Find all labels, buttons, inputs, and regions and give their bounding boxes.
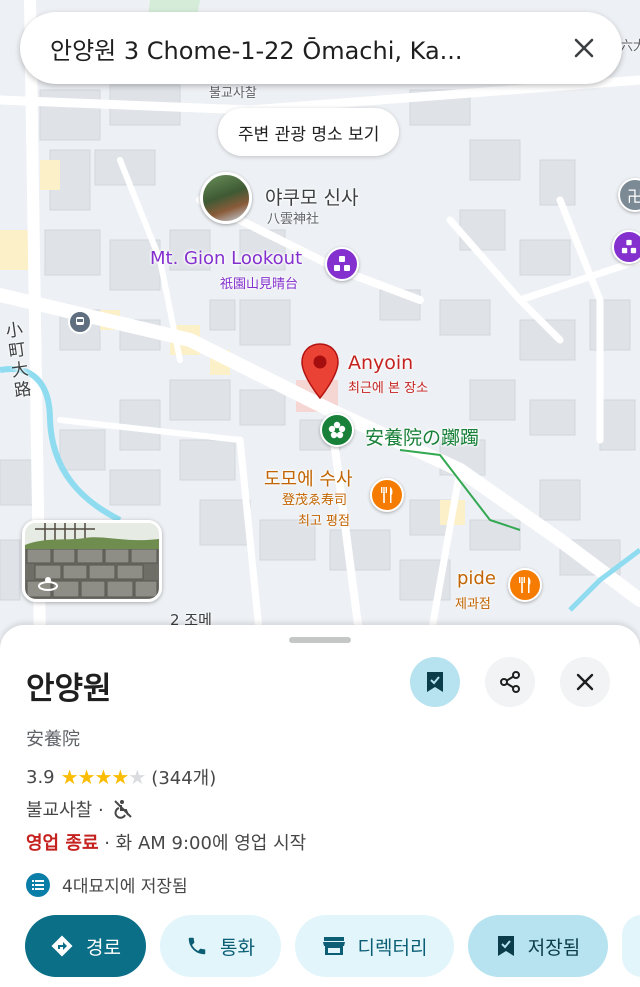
directions-icon	[51, 935, 73, 957]
call-button[interactable]: 통화	[160, 915, 281, 977]
selected-place-pin-icon[interactable]	[300, 342, 340, 400]
street-view-thumbnail[interactable]	[22, 520, 162, 602]
star-rating-icon: ★★★★★	[60, 765, 147, 789]
saved-label: 저장됨	[527, 936, 581, 959]
saved-list-row[interactable]: 4대묘지에 저장됨	[26, 872, 188, 897]
hours-status: 영업 종료	[26, 833, 99, 854]
viewpoint-pin-icon[interactable]	[325, 247, 359, 281]
close-icon	[576, 673, 594, 691]
map-label-pide[interactable]: pide	[457, 568, 496, 589]
phone-icon	[188, 937, 206, 955]
place-subtitle: 安養院	[26, 729, 80, 750]
place-title: 안양원	[26, 671, 112, 707]
bookmark-filled-icon	[497, 936, 514, 956]
share-icon	[500, 671, 520, 693]
map-label-pide-sub: 제과점	[455, 597, 491, 612]
rating-value: 3.9	[26, 766, 55, 788]
flower-pin-icon[interactable]	[320, 413, 354, 447]
share-button[interactable]	[485, 657, 535, 707]
list-icon	[26, 872, 50, 897]
directory-button[interactable]: 디렉터리	[295, 915, 454, 977]
map-label-corner: 六大	[620, 39, 640, 54]
saved-list-label: 4대묘지에 저장됨	[62, 877, 188, 897]
saved-button[interactable]: 저장됨	[468, 915, 608, 977]
map-label-anyoin[interactable]: Anyoin	[348, 352, 413, 374]
map-label-sushi-rating: 최고 평점	[298, 514, 350, 529]
close-sheet-button[interactable]	[560, 657, 610, 707]
restaurant-pin-icon[interactable]	[370, 478, 404, 512]
search-input[interactable]: 안양원 3 Chome-1-22 Ōmachi, Ka...	[50, 31, 562, 66]
action-buttons-row: 경로 통화 디렉터리 저장됨	[0, 915, 640, 979]
attraction-pin-icon[interactable]	[612, 230, 640, 264]
review-count: (344개)	[151, 768, 217, 789]
bakery-pin-icon[interactable]	[508, 568, 542, 602]
map-label-gion-lookout[interactable]: Mt. Gion Lookout	[150, 248, 302, 269]
bookmark-filled-icon	[427, 672, 443, 692]
map-label-anyoin-sub: 최근에 본 장소	[348, 381, 429, 396]
yakumo-shrine-photo-pin[interactable]	[200, 172, 252, 224]
map-label-sushi[interactable]: 도모에 수사	[264, 465, 353, 491]
directions-label: 경로	[86, 936, 121, 959]
no-wheelchair-access-icon	[113, 800, 132, 819]
directory-label: 디렉터리	[357, 936, 428, 959]
map-label-gion-sub: 祇園山見晴台	[220, 277, 299, 292]
hours-detail: · 화 AM 9:00에 영업 시작	[98, 833, 307, 854]
place-category: 불교사찰 ·	[26, 800, 104, 821]
clear-search-button[interactable]	[562, 26, 606, 70]
place-details-sheet[interactable]: 안양원 安養院 3.9 ★★★★★ (344개) 불교사찰 · 영업 종료 · …	[0, 625, 640, 987]
bus-stop-icon[interactable]	[68, 310, 92, 334]
search-bar[interactable]: 안양원 3 Chome-1-22 Ōmachi, Ka...	[20, 12, 622, 84]
map-view[interactable]: 불교사찰 야쿠모 신사 八雲神社 Mt. Gion Lookout 祇園山見晴台…	[0, 0, 640, 640]
map-label-temple: 불교사찰	[209, 86, 257, 101]
drag-handle[interactable]	[289, 637, 351, 643]
rating-row[interactable]: 3.9 ★★★★★ (344개)	[26, 764, 216, 790]
map-label-yakumo[interactable]: 야쿠모 신사	[265, 183, 358, 210]
street-view-icon	[37, 575, 59, 593]
call-label: 통화	[220, 936, 255, 959]
map-label-sushi-sub: 登茂ゑ寿司	[282, 493, 348, 508]
storefront-icon	[322, 937, 345, 955]
directions-button[interactable]: 경로	[25, 915, 146, 977]
save-button[interactable]	[410, 657, 460, 707]
opening-hours-row[interactable]: 영업 종료 · 화 AM 9:00에 영업 시작	[26, 829, 306, 855]
category-row: 불교사찰 ·	[26, 796, 134, 822]
close-icon	[574, 38, 594, 58]
nearby-attractions-chip[interactable]: 주변 관광 명소 보기	[218, 108, 400, 156]
more-actions-button[interactable]	[622, 915, 640, 977]
map-label-azalea[interactable]: 安養院の躑躅	[365, 423, 479, 450]
map-label-yakumo-sub: 八雲神社	[267, 212, 320, 227]
